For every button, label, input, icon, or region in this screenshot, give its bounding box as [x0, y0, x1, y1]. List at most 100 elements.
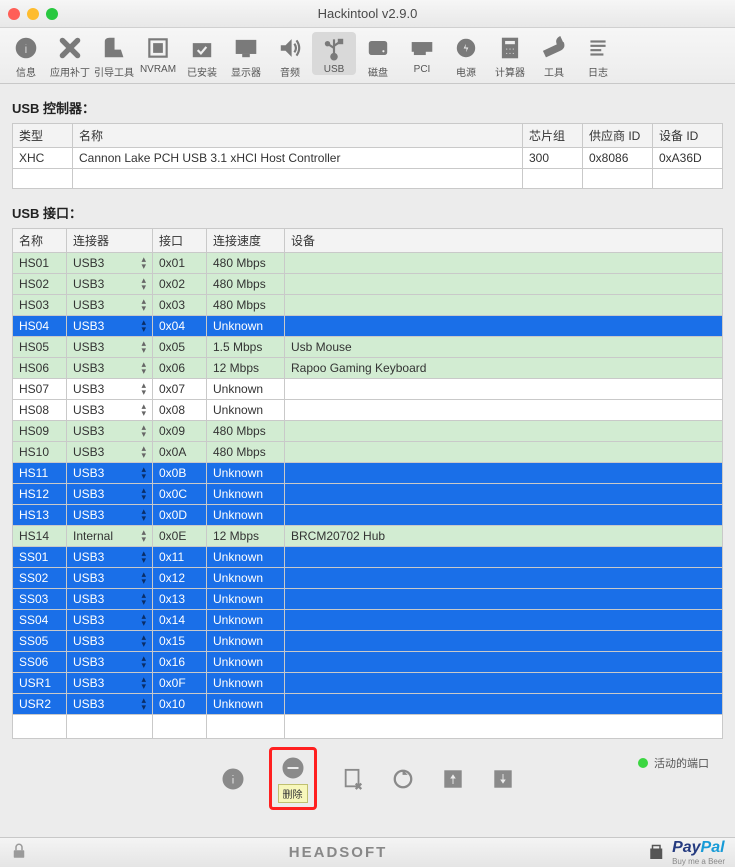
tab-nvram[interactable]: NVRAM	[136, 32, 180, 75]
import-icon[interactable]	[439, 765, 467, 793]
paypal-button[interactable]: PayPal Buy me a Beer	[648, 839, 725, 866]
port-row[interactable]: HS04USB3▴▾0x04Unknown	[13, 316, 723, 337]
port-name: HS07	[13, 379, 67, 400]
port-hex: 0x15	[153, 631, 207, 652]
port-row[interactable]: HS02USB3▴▾0x02480 Mbps	[13, 274, 723, 295]
port-row[interactable]: HS11USB3▴▾0x0BUnknown	[13, 463, 723, 484]
port-row[interactable]: HS12USB3▴▾0x0CUnknown	[13, 484, 723, 505]
nvram-icon	[144, 34, 172, 62]
col-connector[interactable]: 连接器	[67, 229, 153, 253]
port-row[interactable]: HS09USB3▴▾0x09480 Mbps	[13, 421, 723, 442]
tab-logs[interactable]: 日志	[576, 32, 620, 79]
connector-dropdown[interactable]: USB3▴▾	[67, 253, 153, 274]
connector-dropdown[interactable]: USB3▴▾	[67, 694, 153, 715]
tab-pci[interactable]: PCI	[400, 32, 444, 75]
port-device	[285, 379, 723, 400]
tab-tools[interactable]: 工具	[532, 32, 576, 79]
port-row[interactable]: SS02USB3▴▾0x12Unknown	[13, 568, 723, 589]
connector-dropdown[interactable]: USB3▴▾	[67, 295, 153, 316]
port-device	[285, 316, 723, 337]
tab-disk[interactable]: 磁盘	[356, 32, 400, 79]
connector-dropdown[interactable]: USB3▴▾	[67, 274, 153, 295]
connector-dropdown[interactable]: USB3▴▾	[67, 442, 153, 463]
col-type[interactable]: 类型	[13, 124, 73, 148]
col-name[interactable]: 名称	[73, 124, 523, 148]
connector-dropdown[interactable]: USB3▴▾	[67, 631, 153, 652]
port-row[interactable]: HS13USB3▴▾0x0DUnknown	[13, 505, 723, 526]
port-speed: Unknown	[207, 379, 285, 400]
refresh-icon[interactable]	[389, 765, 417, 793]
remove-file-icon[interactable]	[339, 765, 367, 793]
col-port[interactable]: 接口	[153, 229, 207, 253]
controller-row[interactable]: XHCCannon Lake PCH USB 3.1 xHCI Host Con…	[13, 148, 723, 169]
port-row[interactable]: USR2USB3▴▾0x10Unknown	[13, 694, 723, 715]
port-row[interactable]: HS10USB3▴▾0x0A480 Mbps	[13, 442, 723, 463]
port-device	[285, 589, 723, 610]
port-hex: 0x09	[153, 421, 207, 442]
connector-dropdown[interactable]: Internal▴▾	[67, 526, 153, 547]
zoom-button[interactable]	[46, 8, 58, 20]
tab-audio[interactable]: 音频	[268, 32, 312, 79]
port-row[interactable]: HS08USB3▴▾0x08Unknown	[13, 400, 723, 421]
tab-installed[interactable]: 已安装	[180, 32, 224, 79]
connector-dropdown[interactable]: USB3▴▾	[67, 400, 153, 421]
connector-dropdown[interactable]: USB3▴▾	[67, 589, 153, 610]
port-row[interactable]: HS06USB3▴▾0x0612 MbpsRapoo Gaming Keyboa…	[13, 358, 723, 379]
usb-controllers-table: 类型 名称 芯片组 供应商 ID 设备 ID XHCCannon Lake PC…	[12, 123, 723, 189]
port-device	[285, 547, 723, 568]
chevron-updown-icon: ▴▾	[141, 571, 146, 585]
titlebar: Hackintool v2.9.0	[0, 0, 735, 28]
minimize-button[interactable]	[27, 8, 39, 20]
port-device	[285, 442, 723, 463]
port-row[interactable]: SS03USB3▴▾0x13Unknown	[13, 589, 723, 610]
tab-power[interactable]: 电源	[444, 32, 488, 79]
tab-info[interactable]: i信息	[4, 32, 48, 79]
port-row[interactable]: SS06USB3▴▾0x16Unknown	[13, 652, 723, 673]
port-name: HS01	[13, 253, 67, 274]
connector-dropdown[interactable]: USB3▴▾	[67, 568, 153, 589]
connector-dropdown[interactable]: USB3▴▾	[67, 421, 153, 442]
tab-usb[interactable]: USB	[312, 32, 356, 75]
close-button[interactable]	[8, 8, 20, 20]
port-row[interactable]: SS01USB3▴▾0x11Unknown	[13, 547, 723, 568]
col-chipset[interactable]: 芯片组	[523, 124, 583, 148]
connector-dropdown[interactable]: USB3▴▾	[67, 673, 153, 694]
connector-dropdown[interactable]: USB3▴▾	[67, 652, 153, 673]
tab-boot[interactable]: 引导工具	[92, 32, 136, 79]
port-row[interactable]: HS01USB3▴▾0x01480 Mbps	[13, 253, 723, 274]
connector-dropdown[interactable]: USB3▴▾	[67, 463, 153, 484]
col-vendor[interactable]: 供应商 ID	[583, 124, 653, 148]
info-icon[interactable]: i	[219, 765, 247, 793]
port-speed: Unknown	[207, 631, 285, 652]
connector-dropdown[interactable]: USB3▴▾	[67, 610, 153, 631]
boot-icon	[100, 34, 128, 62]
tab-calc[interactable]: 计算器	[488, 32, 532, 79]
port-row[interactable]: USR1USB3▴▾0x0FUnknown	[13, 673, 723, 694]
connector-dropdown[interactable]: USB3▴▾	[67, 337, 153, 358]
col-device[interactable]: 设备 ID	[653, 124, 723, 148]
disk-icon	[364, 34, 392, 62]
lock-icon[interactable]	[10, 842, 28, 863]
connector-dropdown[interactable]: USB3▴▾	[67, 379, 153, 400]
col-device[interactable]: 设备	[285, 229, 723, 253]
connector-dropdown[interactable]: USB3▴▾	[67, 505, 153, 526]
export-icon[interactable]	[489, 765, 517, 793]
delete-button[interactable]	[279, 754, 307, 782]
port-device	[285, 694, 723, 715]
col-speed[interactable]: 连接速度	[207, 229, 285, 253]
connector-dropdown[interactable]: USB3▴▾	[67, 358, 153, 379]
port-row[interactable]: HS07USB3▴▾0x07Unknown	[13, 379, 723, 400]
connector-dropdown[interactable]: USB3▴▾	[67, 484, 153, 505]
col-port-name[interactable]: 名称	[13, 229, 67, 253]
tab-label: 电源	[456, 64, 476, 79]
port-row[interactable]: SS04USB3▴▾0x14Unknown	[13, 610, 723, 631]
connector-dropdown[interactable]: USB3▴▾	[67, 547, 153, 568]
port-row[interactable]: HS03USB3▴▾0x03480 Mbps	[13, 295, 723, 316]
port-row[interactable]: HS05USB3▴▾0x051.5 MbpsUsb Mouse	[13, 337, 723, 358]
tab-display[interactable]: 显示器	[224, 32, 268, 79]
port-row[interactable]: SS05USB3▴▾0x15Unknown	[13, 631, 723, 652]
port-row[interactable]: HS14Internal▴▾0x0E12 MbpsBRCM20702 Hub	[13, 526, 723, 547]
connector-dropdown[interactable]: USB3▴▾	[67, 316, 153, 337]
chevron-updown-icon: ▴▾	[141, 697, 146, 711]
tab-patch[interactable]: 应用补丁	[48, 32, 92, 79]
